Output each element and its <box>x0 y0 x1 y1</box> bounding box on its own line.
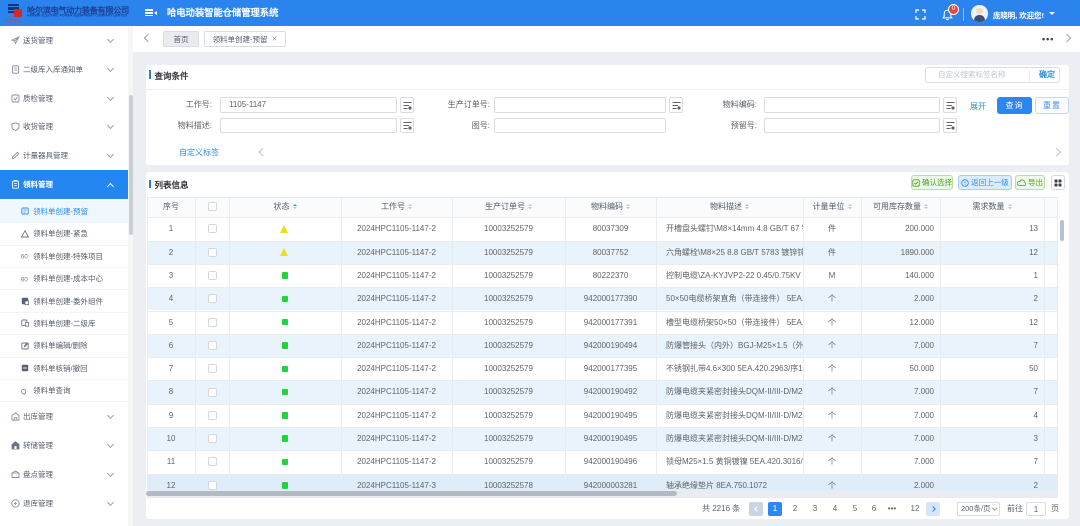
svg-text:60: 60 <box>21 277 28 283</box>
svg-text:Q: Q <box>21 388 27 394</box>
svg-text:60: 60 <box>21 255 28 261</box>
